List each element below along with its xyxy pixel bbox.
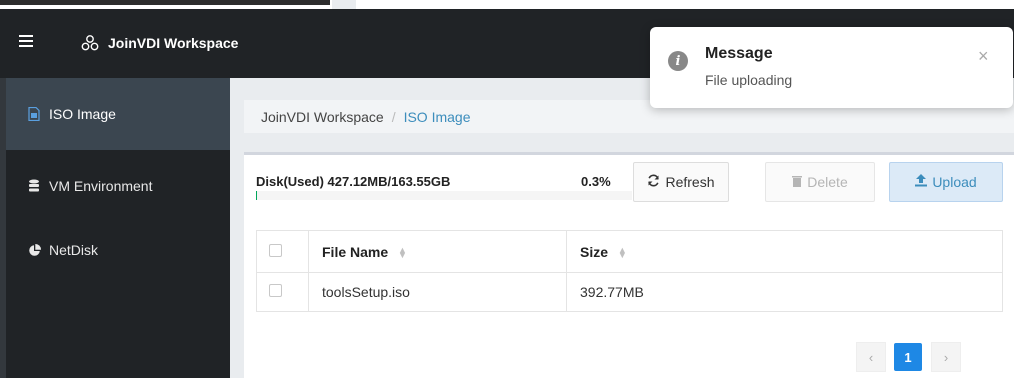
file-image-icon — [27, 107, 41, 121]
main-content: JoinVDI Workspace / ISO Image Disk(Used)… — [230, 78, 1014, 378]
next-page-button[interactable]: › — [931, 342, 961, 372]
disk-usage-fill — [256, 191, 258, 200]
row-checkbox[interactable] — [269, 284, 282, 297]
brand[interactable]: JoinVDI Workspace — [80, 29, 238, 57]
chevron-left-icon: ‹ — [868, 349, 874, 365]
hamburger-menu-icon[interactable] — [19, 35, 33, 49]
file-size-cell: 392.77MB — [566, 272, 1003, 312]
column-size[interactable]: Size ▲ ▼ — [566, 230, 1003, 273]
sidebar-item-label: VM Environment — [49, 178, 153, 194]
select-all-cell — [256, 230, 309, 273]
top-strip-dark — [0, 0, 330, 5]
table-row[interactable]: toolsSetup.iso 392.77MB — [256, 272, 1003, 312]
sidebar-item-label: NetDisk — [49, 242, 99, 258]
top-strip-light — [332, 0, 356, 9]
file-table: File Name ▲ ▼ Size ▲ ▼ toolsSetup.iso 392.… — [256, 230, 1003, 312]
column-file-name-label: File Name — [322, 243, 389, 260]
database-icon — [27, 179, 41, 193]
toast-message: File uploading — [705, 72, 793, 88]
column-size-label: Size — [580, 243, 609, 260]
delete-label: Delete — [807, 174, 848, 190]
refresh-button[interactable]: Refresh — [633, 162, 729, 202]
breadcrumb-root[interactable]: JoinVDI Workspace — [261, 109, 384, 125]
sidebar: ISO Image VM Environment NetDisk — [0, 78, 230, 378]
top-strip — [0, 0, 1014, 9]
upload-label: Upload — [932, 174, 977, 190]
page-1-button[interactable]: 1 — [894, 343, 922, 371]
trash-icon — [792, 175, 803, 190]
sidebar-item-netdisk[interactable]: NetDisk — [0, 214, 230, 286]
sidebar-edge — [0, 78, 6, 378]
column-file-name[interactable]: File Name ▲ ▼ — [308, 230, 567, 273]
disk-usage-percent: 0.3% — [581, 174, 611, 189]
pie-chart-icon — [27, 243, 41, 257]
file-name-cell: toolsSetup.iso — [308, 272, 567, 312]
iso-panel: Disk(Used) 427.12MB/163.55GB 0.3% Refres… — [244, 152, 1014, 378]
chevron-right-icon: › — [943, 349, 949, 365]
disk-usage-bar — [256, 191, 632, 200]
upload-button[interactable]: Upload — [889, 162, 1003, 202]
app-title: JoinVDI Workspace — [108, 35, 239, 51]
close-icon[interactable]: × — [978, 47, 992, 65]
delete-button[interactable]: Delete — [765, 162, 875, 202]
select-all-checkbox[interactable] — [269, 243, 282, 257]
disk-usage-label: Disk(Used) 427.12MB/163.55GB — [256, 174, 451, 189]
refresh-label: Refresh — [665, 174, 715, 190]
previous-page-button[interactable]: ‹ — [856, 342, 886, 372]
sort-icon[interactable]: ▲ ▼ — [398, 245, 407, 259]
breadcrumb-separator: / — [391, 108, 396, 125]
notification-toast: i Message File uploading × — [650, 27, 1013, 108]
sidebar-item-label: ISO Image — [49, 106, 116, 122]
upload-icon — [915, 174, 928, 190]
toast-title: Message — [705, 45, 773, 62]
sidebar-item-vm-environment[interactable]: VM Environment — [0, 150, 230, 222]
row-select-cell — [256, 272, 309, 312]
logo-icon — [81, 35, 99, 51]
refresh-icon — [647, 174, 660, 190]
breadcrumb-current: ISO Image — [403, 108, 471, 125]
sidebar-item-iso-image[interactable]: ISO Image — [0, 78, 230, 150]
sort-icon[interactable]: ▲ ▼ — [618, 245, 627, 259]
info-icon: i — [668, 51, 688, 71]
table-header-row: File Name ▲ ▼ Size ▲ ▼ — [256, 230, 1003, 273]
